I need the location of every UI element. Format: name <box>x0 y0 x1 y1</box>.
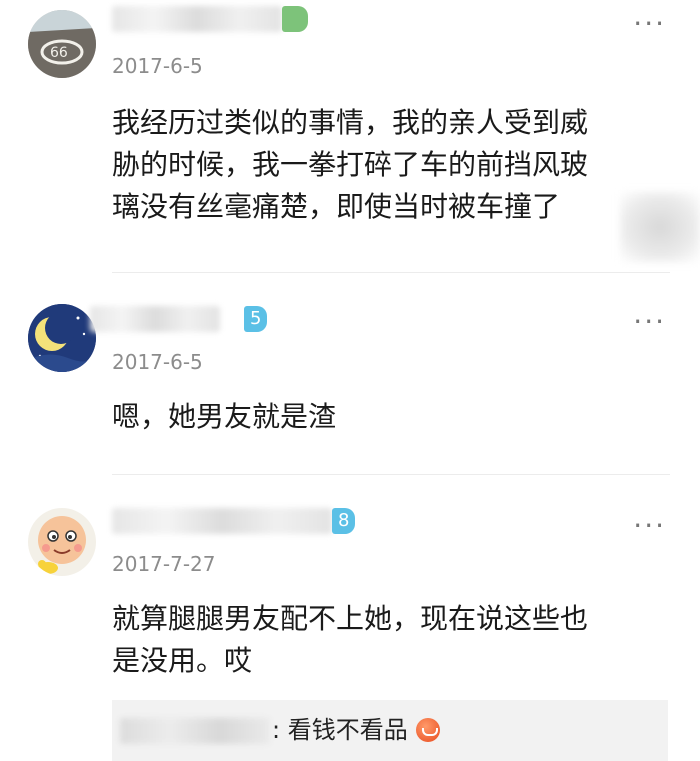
grin-emoji-icon <box>415 718 440 742</box>
avatar-cartoon-icon <box>28 508 96 576</box>
svg-text:66: 66 <box>50 45 68 61</box>
username-blurred[interactable] <box>90 306 220 332</box>
reply-username-blurred <box>120 718 270 744</box>
avatar[interactable] <box>28 304 96 372</box>
reply-text: : 看钱不看品 <box>272 712 440 748</box>
comment-date: 2017-7-27 <box>112 552 216 576</box>
more-options-icon[interactable]: ··· <box>633 512 666 540</box>
blurred-emoji-icon <box>620 192 700 262</box>
level-badge: 8 <box>332 508 356 534</box>
reply-preview[interactable]: : 看钱不看品 <box>112 700 668 761</box>
comment-date: 2017-6-5 <box>112 54 203 78</box>
comment-text: 我经历过类似的事情，我的亲人受到威 胁的时候，我一拳打碎了车的前挡风玻 璃没有丝… <box>112 106 589 223</box>
avatar[interactable] <box>28 508 96 576</box>
username-blurred[interactable] <box>112 508 332 534</box>
more-options-icon[interactable]: ··· <box>633 10 666 38</box>
level-badge <box>282 6 308 32</box>
avatar-road-icon: 66 <box>28 10 96 78</box>
comment-date: 2017-6-5 <box>112 350 203 374</box>
more-options-icon[interactable]: ··· <box>633 308 666 336</box>
username-blurred[interactable] <box>112 6 282 32</box>
avatar-moon-icon <box>28 304 96 372</box>
avatar[interactable]: 66 <box>28 10 96 78</box>
divider <box>112 272 670 273</box>
level-badge: 5 <box>244 306 268 332</box>
divider <box>112 474 670 475</box>
comment-text: 就算腿腿男友配不上她，现在说这些也 是没用。哎 <box>112 602 589 677</box>
comment-text: 嗯，她男友就是渣 <box>112 400 337 433</box>
